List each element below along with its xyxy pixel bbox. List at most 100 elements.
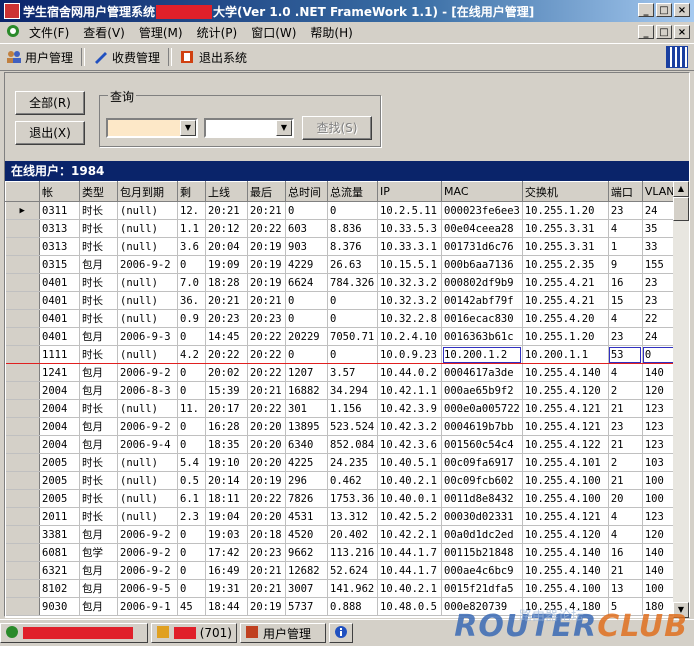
table-row[interactable]: 2004 包月 2006-9-2 0 16:28 20:20 13895 523.524 10.… (5, 417, 678, 436)
table-row[interactable]: ▶ 0311 时长 (null) 12. 20:21 20:21 0 0 10.2.5.11 000… (5, 201, 678, 220)
maximize-button[interactable]: □ (656, 3, 672, 17)
column-header[interactable]: 剩 (177, 181, 206, 202)
row-selector[interactable] (5, 237, 40, 256)
start-button[interactable] (0, 623, 148, 643)
row-selector[interactable] (5, 417, 40, 436)
table-cell: 2006-9-4 (117, 435, 178, 454)
mdi-close-button[interactable]: × (674, 25, 690, 39)
scroll-thumb[interactable] (673, 197, 689, 221)
mdi-restore-button[interactable]: □ (656, 25, 672, 39)
table-cell: 26.63 (327, 255, 378, 274)
row-selector[interactable] (5, 579, 40, 598)
column-header[interactable]: IP (377, 181, 442, 202)
row-selector[interactable] (5, 291, 40, 310)
row-selector[interactable] (5, 597, 40, 616)
row-selector[interactable] (5, 219, 40, 238)
table-row[interactable]: 0401 时长 (null) 0.9 20:23 20:23 0 0 10.32.2.8 0016… (5, 309, 678, 328)
query-field-select[interactable]: ▼ (106, 118, 198, 138)
menu-manage[interactable]: 管理(M) (132, 24, 190, 41)
table-row[interactable]: 6081 包学 2006-9-2 0 17:42 20:23 9662 113.216 10.4… (5, 543, 678, 562)
row-selector[interactable] (5, 435, 40, 454)
table-row[interactable]: 0401 时长 (null) 36. 20:21 20:21 0 0 10.32.3.2 0014… (5, 291, 678, 310)
menu-window[interactable]: 窗口(W) (244, 24, 303, 41)
table-row[interactable]: 0313 时长 (null) 3.6 20:04 20:19 903 8.376 10.33.3… (5, 237, 678, 256)
scroll-up-icon[interactable]: ▲ (673, 181, 689, 197)
table-row[interactable]: 2005 时长 (null) 5.4 19:10 20:20 4225 24.235 10.40… (5, 453, 678, 472)
row-selector[interactable] (5, 255, 40, 274)
row-selector[interactable] (5, 471, 40, 490)
row-selector[interactable] (5, 345, 40, 364)
all-button[interactable]: 全部(R) (15, 91, 85, 115)
table-row[interactable]: 0401 时长 (null) 7.0 18:28 20:19 6624 784.326 10.3… (5, 273, 678, 292)
table-row[interactable]: 6321 包月 2006-9-2 0 16:49 20:21 12682 52.624 10.4… (5, 561, 678, 580)
exit-system-button[interactable]: 退出系统 (174, 49, 253, 66)
table-cell: 0311 (39, 201, 80, 220)
table-row[interactable]: 2011 时长 (null) 2.3 19:04 20:20 4531 13.312 10.42… (5, 507, 678, 526)
table-row[interactable]: 2004 包月 2006-9-4 0 18:35 20:20 6340 852.084 10.4… (5, 435, 678, 454)
table-cell: 2006-9-2 (117, 561, 178, 580)
menu-view[interactable]: 查看(V) (76, 24, 132, 41)
vertical-scrollbar[interactable]: ▲ ▼ (673, 181, 689, 618)
menu-file[interactable]: 文件(F) (22, 24, 76, 41)
row-selector[interactable] (5, 363, 40, 382)
table-cell: 10.32.3.2 (377, 291, 442, 310)
column-header[interactable]: 总流量 (327, 181, 378, 202)
row-selector[interactable] (5, 561, 40, 580)
table-row[interactable]: 2004 包月 2006-8-3 0 15:39 20:21 16882 34.294 10.4… (5, 381, 678, 400)
table-row[interactable]: 1241 包月 2006-9-2 0 20:02 20:22 1207 3.57 10.44.0… (5, 363, 678, 382)
exit-button[interactable]: 退出(X) (15, 121, 85, 145)
close-button[interactable]: × (674, 3, 690, 17)
column-header[interactable]: VLAN (641, 181, 678, 202)
row-selector[interactable]: ▶ (5, 201, 40, 220)
table-cell: 000802df9b9 (441, 273, 523, 292)
table-row[interactable]: 0315 包月 2006-9-2 0 19:09 20:19 4229 26.63 10.15.… (5, 255, 678, 274)
row-selector[interactable] (5, 543, 40, 562)
taskbar-item-user-management[interactable]: 用户管理 (240, 623, 326, 643)
minimize-button[interactable]: _ (638, 3, 654, 17)
search-button[interactable]: 查找(S) (302, 116, 372, 140)
row-selector[interactable] (5, 309, 40, 328)
table-cell: 包月 (79, 525, 118, 544)
table-cell: 20:19 (247, 597, 286, 616)
table-cell: 2006-9-2 (117, 525, 178, 544)
row-selector[interactable] (5, 489, 40, 508)
column-header[interactable]: 上线 (205, 181, 248, 202)
table-cell: 7050.71 (327, 327, 378, 346)
table-row[interactable]: 0313 时长 (null) 1.1 20:12 20:22 603 8.836 10.33.5… (5, 219, 678, 238)
table-row[interactable]: 3381 包月 2006-9-2 0 19:03 20:18 4520 20.402 10.42… (5, 525, 678, 544)
column-header[interactable]: 帐 (39, 181, 80, 202)
column-header[interactable]: 总时间 (285, 181, 328, 202)
menu-help[interactable]: 帮助(H) (303, 24, 359, 41)
table-cell: 18:28 (205, 273, 248, 292)
table-row[interactable]: 2005 时长 (null) 0.5 20:14 20:19 296 0.462 10.40.2… (5, 471, 678, 490)
row-selector[interactable] (5, 507, 40, 526)
table-row[interactable]: 2005 时长 (null) 6.1 18:11 20:22 7826 1753.36 10.4… (5, 489, 678, 508)
taskbar-item-info[interactable] (329, 623, 353, 643)
row-selector[interactable] (5, 399, 40, 418)
column-header[interactable]: 最后 (247, 181, 286, 202)
billing-management-button[interactable]: 收费管理 (87, 49, 166, 66)
row-selector[interactable] (5, 381, 40, 400)
row-selector[interactable] (5, 327, 40, 346)
row-selector[interactable] (5, 453, 40, 472)
row-selector[interactable] (5, 525, 40, 544)
table-row[interactable]: 8102 包月 2006-9-5 0 19:31 20:21 3007 141.962 10.4… (5, 579, 678, 598)
column-header[interactable]: 交换机 (521, 181, 609, 202)
table-row[interactable]: 1111 时长 (null) 4.2 20:22 20:22 0 0 10.0.9.23 10.2… (5, 345, 678, 364)
table-cell: 10.42.3.9 (377, 399, 442, 418)
row-selector[interactable] (5, 273, 40, 292)
table-row[interactable]: 2004 时长 (null) 11. 20:17 20:22 301 1.156 10.42.3… (5, 399, 678, 418)
online-users-grid[interactable]: 帐类型 包月到期剩上线 最后 总时间 总流量 IP MAC 交换机 端口 VLAN ▶ 0311 时长… (5, 181, 689, 618)
table-row[interactable]: 0401 包月 2006-9-3 0 14:45 20:22 20229 7050.71 10.… (5, 327, 678, 346)
column-header[interactable]: 类型 (79, 181, 118, 202)
mdi-minimize-button[interactable]: _ (638, 25, 654, 39)
column-header[interactable]: 端口 (607, 181, 643, 202)
taskbar-item-messenger[interactable]: (701) (151, 623, 237, 643)
user-management-button[interactable]: 用户管理 (0, 49, 79, 66)
query-value-select[interactable]: ▼ (204, 118, 294, 138)
table-cell: 2006-9-3 (117, 327, 178, 346)
column-header[interactable]: MAC (441, 181, 523, 202)
menu-statistics[interactable]: 统计(P) (190, 24, 245, 41)
column-header[interactable]: 包月到期 (117, 181, 178, 202)
table-cell: 1 (608, 237, 643, 256)
